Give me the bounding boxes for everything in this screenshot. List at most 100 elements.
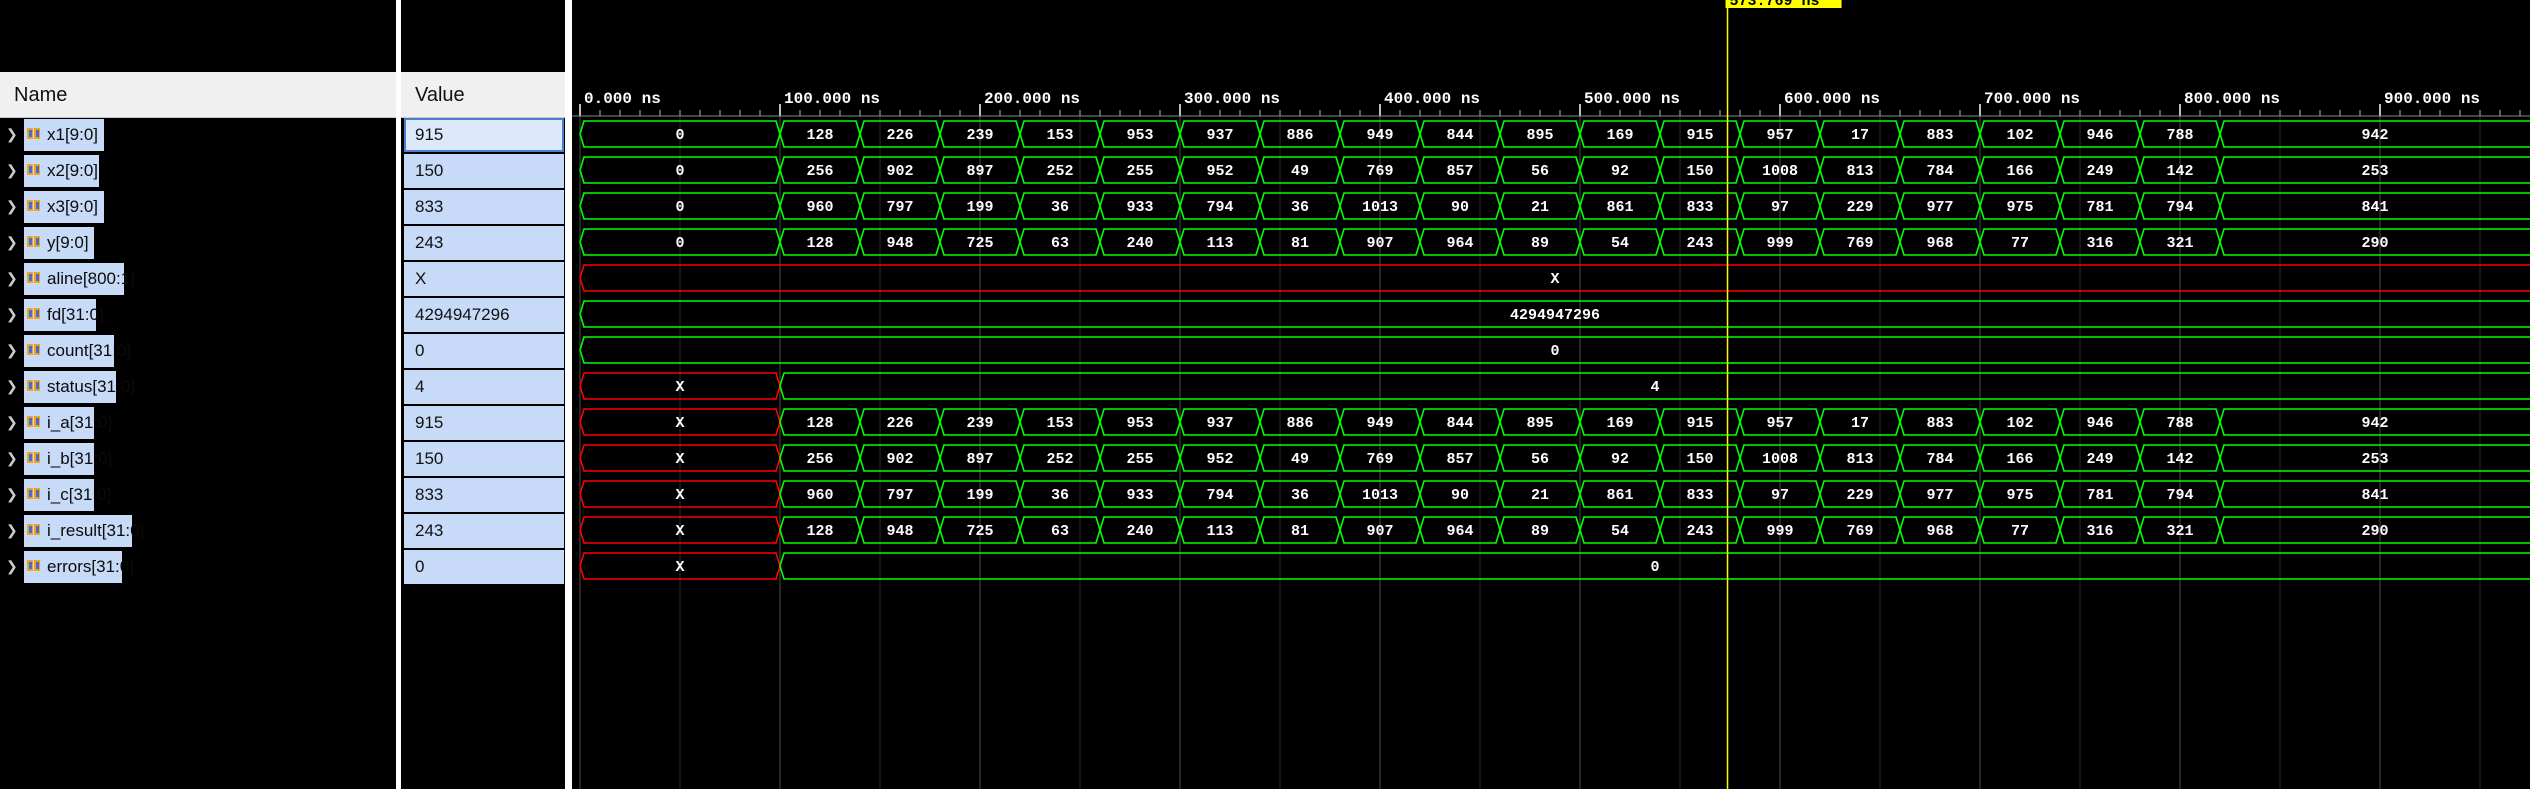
signal-row[interactable]: ❯ i_c[31:0] [0, 478, 396, 511]
signal-value[interactable]: 0 [404, 334, 564, 368]
expand-arrow-icon[interactable]: ❯ [6, 304, 20, 324]
bus-value-label: 243 [1686, 523, 1713, 540]
waveform-canvas[interactable]: 0.000 ns 100.000 ns 200.000 ns 300.000 ns 40… [572, 0, 2530, 789]
expand-arrow-icon[interactable]: ❯ [6, 448, 20, 468]
bus-value-label: 255 [1126, 163, 1153, 180]
expand-arrow-icon[interactable]: ❯ [6, 340, 20, 360]
bus-value-label: 902 [886, 451, 913, 468]
signal-value[interactable]: 150 [404, 442, 564, 476]
expand-arrow-icon[interactable]: ❯ [6, 268, 20, 288]
waveform-row[interactable]: 0 128 226 239 153 953 937 886 949 844 895 169 915 957… [579, 120, 2530, 148]
waveform-row[interactable]: 4294947296 [579, 300, 2530, 328]
bus-value-label: 788 [2166, 127, 2193, 144]
signal-name: i_result[31:0] [47, 521, 145, 540]
bus-signal-icon [27, 380, 40, 391]
expand-arrow-icon[interactable]: ❯ [6, 196, 20, 216]
expand-arrow-icon[interactable]: ❯ [6, 232, 20, 252]
signal-row[interactable]: ❯ fd[31:0] [0, 298, 396, 331]
signal-row[interactable]: ❯ status[31:0] [0, 370, 396, 403]
expand-arrow-icon[interactable]: ❯ [6, 484, 20, 504]
signal-value[interactable]: 4294947296 [404, 298, 564, 332]
waveform-row[interactable]: 0 [579, 336, 2530, 364]
bus-value-label: 166 [2006, 451, 2033, 468]
waveform-row[interactable]: 0 960 797 199 36 933 794 36 1013 90 21 861 833 97 229 9… [579, 192, 2530, 220]
bus-signal-icon [27, 560, 40, 571]
bus-value-label: 781 [2086, 487, 2113, 504]
bus-value-label: X [675, 523, 684, 540]
waveform-row[interactable]: X [579, 264, 2530, 292]
signal-row[interactable]: ❯ errors[31:0] [0, 550, 396, 583]
waveform-row[interactable]: 0 128 948 725 63 240 113 81 907 964 89 54 243 999 769 9… [579, 228, 2530, 256]
signal-value[interactable]: 243 [404, 226, 564, 260]
waveform-row[interactable]: X 256 902 897 252 255 952 49 769 857 56 92 150 1008 81… [579, 444, 2530, 472]
signal-value[interactable]: 833 [404, 190, 564, 224]
bus-value-label: 97 [1771, 199, 1789, 216]
expand-arrow-icon[interactable]: ❯ [6, 160, 20, 180]
bus-value-label: 199 [966, 487, 993, 504]
bus-value-label: 1013 [1362, 487, 1398, 504]
signal-value[interactable]: 243 [404, 514, 564, 548]
signal-row[interactable]: ❯ x1[9:0] [0, 118, 396, 151]
expand-arrow-icon[interactable]: ❯ [6, 124, 20, 144]
waveform-pane[interactable]: 0.000 ns 100.000 ns 200.000 ns 300.000 ns 40… [572, 0, 2530, 789]
signal-value[interactable]: X [404, 262, 564, 296]
signal-name: i_b[31:0] [47, 449, 113, 468]
bus-value-label: 949 [1366, 415, 1393, 432]
expand-arrow-icon[interactable]: ❯ [6, 520, 20, 540]
signal-name: status[31:0] [47, 377, 135, 396]
signal-value[interactable]: 150 [404, 154, 564, 188]
expand-arrow-icon[interactable]: ❯ [6, 412, 20, 432]
bus-value-label: 0 [675, 235, 684, 252]
expand-arrow-icon[interactable]: ❯ [6, 376, 20, 396]
signal-row[interactable]: ❯ x2[9:0] [0, 154, 396, 187]
bus-value-label: 946 [2086, 127, 2113, 144]
signal-value[interactable]: 833 [404, 478, 564, 512]
signal-row[interactable]: ❯ i_result[31:0] [0, 514, 396, 547]
signal-value[interactable]: 0 [404, 550, 564, 584]
bus-value-label: 977 [1926, 199, 1953, 216]
bus-value-label: 953 [1126, 415, 1153, 432]
time-tick-label: 200.000 ns [984, 90, 1080, 108]
signal-value[interactable]: 4 [404, 370, 564, 404]
bus-value-label: 102 [2006, 127, 2033, 144]
bus-value-label: 54 [1611, 523, 1629, 540]
bus-value-label: 256 [806, 451, 833, 468]
name-column-header[interactable]: Name [0, 72, 396, 118]
bus-value-label: 797 [886, 199, 913, 216]
waveform-row[interactable]: X 128 226 239 153 953 937 886 949 844 895 169 915 957… [579, 408, 2530, 436]
bus-value-label: 49 [1291, 163, 1309, 180]
bus-value-label: 769 [1366, 451, 1393, 468]
bus-value-label: 128 [806, 127, 833, 144]
waveform-row[interactable]: X 128 948 725 63 240 113 81 907 964 89 54 243 999 769 9… [579, 516, 2530, 544]
bus-value-label: 861 [1606, 487, 1633, 504]
signal-row[interactable]: ❯ count[31:0] [0, 334, 396, 367]
waveform-row[interactable]: X4 [579, 372, 2530, 400]
signal-value[interactable]: 915 [404, 118, 564, 152]
signal-row[interactable]: ❯ i_a[31:0] [0, 406, 396, 439]
expand-arrow-icon[interactable]: ❯ [6, 556, 20, 576]
signal-row[interactable]: ❯ y[9:0] [0, 226, 396, 259]
signal-row[interactable]: ❯ aline[800:1] [0, 262, 396, 295]
bus-value-label: 784 [1926, 163, 1953, 180]
signal-value[interactable]: 915 [404, 406, 564, 440]
bus-value-label: 844 [1446, 127, 1473, 144]
bus-value-label: 255 [1126, 451, 1153, 468]
value-column-header[interactable]: Value [401, 72, 565, 118]
bus-value-label: 89 [1531, 523, 1549, 540]
signal-row[interactable]: ❯ i_b[31:0] [0, 442, 396, 475]
bus-signal-icon [27, 272, 40, 283]
signal-name: x3[9:0] [47, 197, 99, 216]
signal-row[interactable]: ❯ x3[9:0] [0, 190, 396, 223]
waveform-row[interactable]: X0 [579, 552, 2530, 580]
waveform-row[interactable]: X 960 797 199 36 933 794 36 1013 90 21 861 833 97 229 9… [579, 480, 2530, 508]
bus-signal-icon [27, 164, 40, 175]
pane-splitter[interactable] [565, 0, 572, 789]
bus-value-label: 240 [1126, 235, 1153, 252]
bus-signal-icon [27, 524, 40, 535]
bus-value-label: 17 [1851, 127, 1869, 144]
waveform-row[interactable]: 0 256 902 897 252 255 952 49 769 857 56 92 150 1008 81… [579, 156, 2530, 184]
bus-value-label: 948 [886, 523, 913, 540]
bus-value-label: 953 [1126, 127, 1153, 144]
bus-value-label: 36 [1051, 487, 1069, 504]
bus-value-label: 63 [1051, 523, 1069, 540]
